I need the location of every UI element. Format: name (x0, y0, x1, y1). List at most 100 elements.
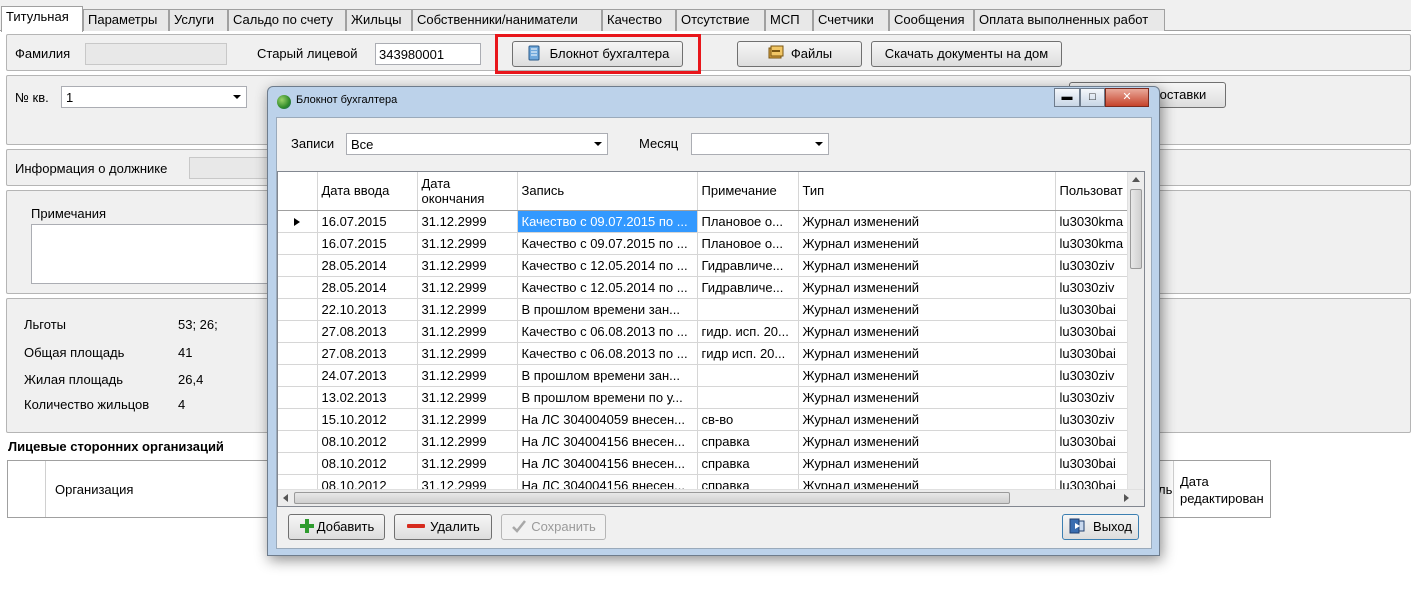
vertical-scroll-thumb[interactable] (1130, 189, 1142, 269)
cell[interactable]: 16.07.2015 (317, 232, 418, 255)
tab-otsutstvie[interactable]: Отсутствие (676, 9, 765, 31)
cell[interactable] (697, 386, 799, 409)
cell[interactable]: 31.12.2999 (417, 386, 518, 409)
cell[interactable]: Качество с 06.08.2013 по ... (517, 320, 698, 343)
cell[interactable]: lu3030ziv (1055, 364, 1136, 387)
cell[interactable]: lu3030ziv (1055, 254, 1136, 277)
minimize-button[interactable]: ▬ (1054, 88, 1080, 107)
cell[interactable]: гидр исп. 20... (697, 342, 799, 365)
cell[interactable]: Журнал изменений (798, 254, 1056, 277)
save-button[interactable]: Сохранить (501, 514, 606, 540)
download-docs-button[interactable]: Скачать документы на дом (871, 41, 1062, 67)
cell[interactable]: Журнал изменений (798, 210, 1056, 233)
cell[interactable]: lu3030bai (1055, 342, 1136, 365)
dialog-titlebar[interactable]: Блокнот бухгалтера ▬ □ ✕ (268, 87, 1159, 115)
table-row[interactable]: 16.07.2015 31.12.2999 Качество с 09.07.201… (278, 232, 1136, 255)
cell[interactable]: lu3030bai (1055, 298, 1136, 321)
scroll-left-icon[interactable] (283, 494, 288, 502)
cell[interactable]: Журнал изменений (798, 452, 1056, 475)
cell[interactable]: Журнал изменений (798, 408, 1056, 431)
close-button[interactable]: ✕ (1105, 88, 1149, 107)
table-row[interactable]: 22.10.2013 31.12.2999 В прошлом времени за… (278, 298, 1136, 321)
cell[interactable]: Журнал изменений (798, 276, 1056, 299)
cell[interactable]: 31.12.2999 (417, 408, 518, 431)
files-button[interactable]: Файлы (737, 41, 862, 67)
table-row[interactable]: 15.10.2012 31.12.2999 На ЛС 304004059 внес… (278, 408, 1136, 431)
cell[interactable]: 31.12.2999 (417, 210, 518, 233)
cell[interactable]: lu3030kma (1055, 232, 1136, 255)
cell[interactable]: 28.05.2014 (317, 276, 418, 299)
cell[interactable]: 31.12.2999 (417, 254, 518, 277)
cell[interactable]: Качество с 12.05.2014 по ... (517, 254, 698, 277)
cell[interactable]: lu3030bai (1055, 430, 1136, 453)
tab-saldo[interactable]: Сальдо по счету (228, 9, 346, 31)
cell[interactable]: Журнал изменений (798, 430, 1056, 453)
cell[interactable]: Качество с 06.08.2013 по ... (517, 342, 698, 365)
notes-field[interactable] (31, 224, 281, 284)
table-row[interactable]: 27.08.2013 31.12.2999 Качество с 06.08.201… (278, 320, 1136, 343)
cell-selected[interactable]: Качество с 09.07.2015 по ... (517, 210, 698, 233)
month-select[interactable] (691, 133, 829, 155)
horizontal-scrollbar[interactable] (278, 489, 1144, 506)
table-row[interactable]: 27.08.2013 31.12.2999 Качество с 06.08.201… (278, 342, 1136, 365)
tab-soobshcheniya[interactable]: Сообщения (889, 9, 974, 31)
exit-button[interactable]: Выход (1062, 514, 1139, 540)
scroll-up-icon[interactable] (1132, 177, 1140, 182)
cell[interactable] (697, 298, 799, 321)
cell[interactable]: В прошлом времени зан... (517, 364, 698, 387)
tab-titulnaya[interactable]: Титульная (1, 6, 83, 32)
cell[interactable]: 24.07.2013 (317, 364, 418, 387)
tab-sobstvenniki[interactable]: Собственники/наниматели (412, 9, 602, 31)
cell[interactable]: 31.12.2999 (417, 342, 518, 365)
cell[interactable]: Гидравличе... (697, 276, 799, 299)
cell[interactable]: lu3030bai (1055, 452, 1136, 475)
cell[interactable]: 08.10.2012 (317, 452, 418, 475)
cell[interactable]: На ЛС 304004156 внесен... (517, 452, 698, 475)
table-row[interactable]: 08.10.2012 31.12.2999 На ЛС 304004156 внес… (278, 452, 1136, 475)
tab-oplata[interactable]: Оплата выполненных работ (974, 9, 1165, 31)
tab-uslugi[interactable]: Услуги (169, 9, 228, 31)
table-row[interactable]: 08.10.2012 31.12.2999 На ЛС 304004156 внес… (278, 430, 1136, 453)
cell[interactable]: 27.08.2013 (317, 320, 418, 343)
cell[interactable]: 31.12.2999 (417, 430, 518, 453)
cell[interactable]: Журнал изменений (798, 298, 1056, 321)
tab-parametry[interactable]: Параметры (83, 9, 169, 31)
tab-kachestvo[interactable]: Качество (602, 9, 676, 31)
debtor-field[interactable] (189, 157, 279, 179)
cell[interactable]: Плановое о... (697, 210, 799, 233)
records-select[interactable]: Все (346, 133, 608, 155)
cell[interactable]: Журнал изменений (798, 320, 1056, 343)
cell[interactable]: 31.12.2999 (417, 232, 518, 255)
cell[interactable]: справка (697, 430, 799, 453)
cell[interactable]: В прошлом времени по у... (517, 386, 698, 409)
cell[interactable]: 08.10.2012 (317, 430, 418, 453)
cell[interactable]: 31.12.2999 (417, 320, 518, 343)
col-note[interactable]: Примечание (697, 172, 799, 211)
cell[interactable]: Качество с 12.05.2014 по ... (517, 276, 698, 299)
col-entry-date[interactable]: Дата ввода (317, 172, 418, 211)
col-end-date[interactable]: Дата окончания (417, 172, 518, 211)
cell[interactable]: lu3030ziv (1055, 386, 1136, 409)
cell[interactable]: 22.10.2013 (317, 298, 418, 321)
tab-msp[interactable]: МСП (765, 9, 813, 31)
cell[interactable]: lu3030ziv (1055, 276, 1136, 299)
col-record[interactable]: Запись (517, 172, 698, 211)
records-grid[interactable]: Дата ввода Дата окончания Запись Примеча… (277, 171, 1145, 507)
cell[interactable]: В прошлом времени зан... (517, 298, 698, 321)
cell[interactable]: Журнал изменений (798, 342, 1056, 365)
cell[interactable]: 31.12.2999 (417, 452, 518, 475)
table-row[interactable]: 13.02.2013 31.12.2999 В прошлом времени по… (278, 386, 1136, 409)
cell[interactable]: гидр. исп. 20... (697, 320, 799, 343)
cell[interactable]: На ЛС 304004059 внесен... (517, 408, 698, 431)
cell[interactable]: 31.12.2999 (417, 276, 518, 299)
cell[interactable]: Гидравличе... (697, 254, 799, 277)
cell[interactable] (697, 364, 799, 387)
cell[interactable]: справка (697, 452, 799, 475)
horizontal-scroll-thumb[interactable] (294, 492, 1010, 504)
old-account-field[interactable]: 343980001 (375, 43, 481, 65)
apartment-select[interactable]: 1 (61, 86, 247, 108)
cell[interactable]: 27.08.2013 (317, 342, 418, 365)
cell[interactable]: Плановое о... (697, 232, 799, 255)
cell[interactable]: На ЛС 304004156 внесен... (517, 430, 698, 453)
scroll-right-icon[interactable] (1124, 494, 1129, 502)
